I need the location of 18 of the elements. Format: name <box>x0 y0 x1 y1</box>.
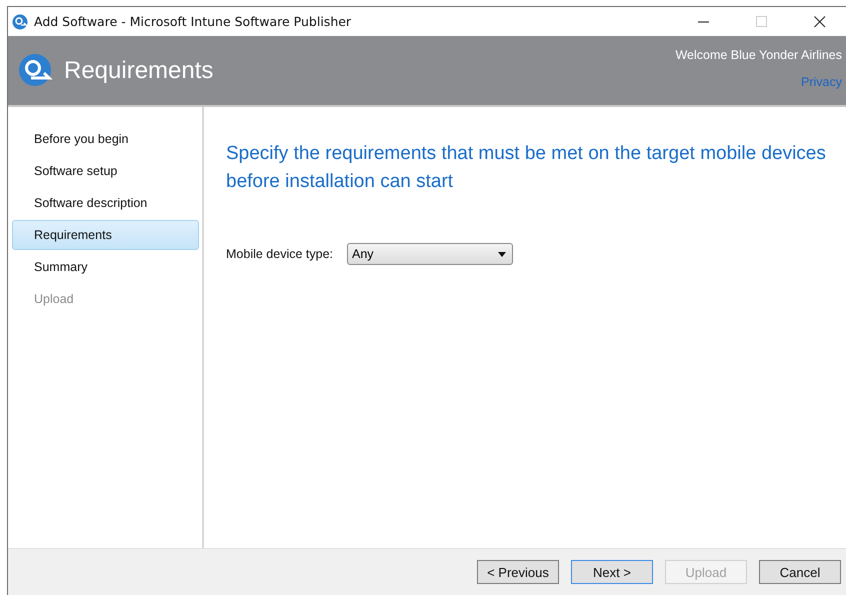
wizard-button[interactable]: < Previous <box>477 560 559 584</box>
welcome-text: Welcome Blue Yonder Airlines <box>675 48 842 62</box>
device-type-dropdown[interactable]: Any <box>347 243 514 265</box>
page-title: Requirements <box>64 56 214 84</box>
app-logo-icon <box>18 52 54 88</box>
wizard-step[interactable]: Software description <box>12 188 199 218</box>
field-label: Mobile device type: <box>226 247 334 261</box>
wizard-step[interactable]: Software setup <box>12 156 199 186</box>
wizard-button[interactable]: Next > <box>571 560 653 584</box>
wizard-step[interactable]: Summary <box>12 252 199 282</box>
instructions-heading: Specify the requirements that must be met on the target mobile devices before installation can start <box>226 142 826 194</box>
wizard-step[interactable]: Before you begin <box>12 124 199 154</box>
wizard-step[interactable]: Requirements <box>12 220 199 250</box>
close-icon[interactable] <box>814 16 826 28</box>
window-title: Add Software - Microsoft Intune Software Publisher <box>34 14 352 29</box>
app-icon <box>12 14 28 30</box>
wizard-button[interactable]: Cancel <box>759 560 841 584</box>
dropdown-caret-icon <box>498 252 506 256</box>
